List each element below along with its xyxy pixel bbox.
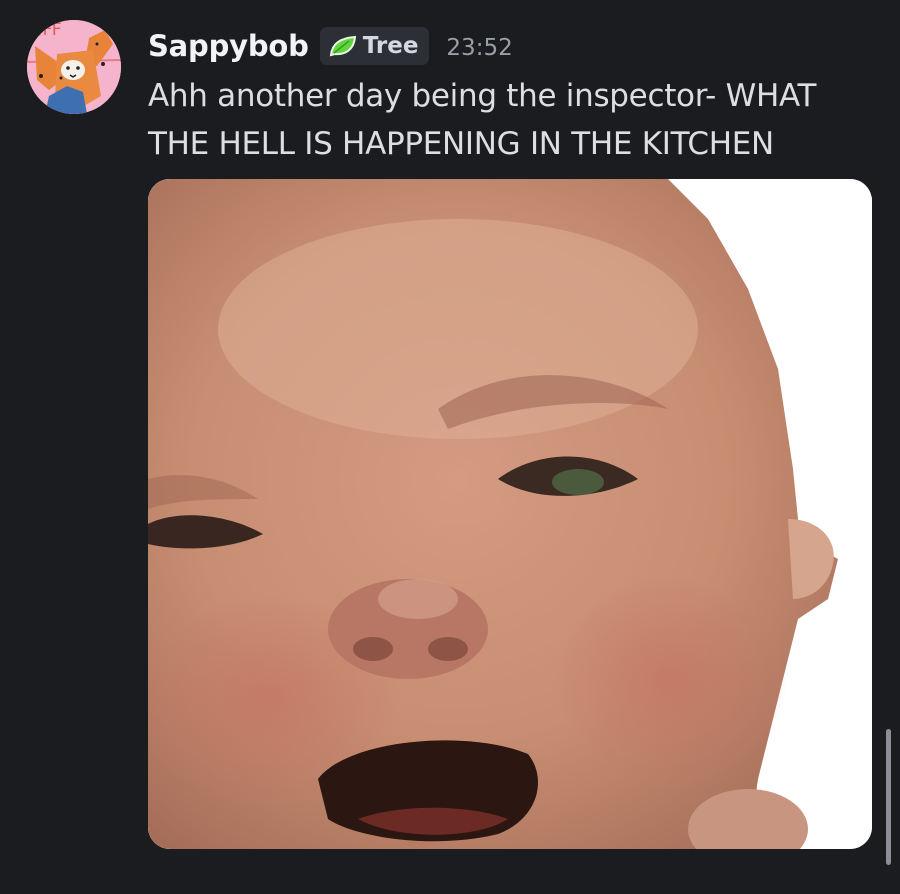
chat-message: ▯FF Sappybob Tree 23:52 Ahh another day … bbox=[0, 0, 900, 894]
role-tag-label: Tree bbox=[362, 33, 419, 59]
user-avatar[interactable]: ▯FF bbox=[27, 20, 121, 114]
role-tag[interactable]: Tree bbox=[319, 27, 430, 65]
baby-face-image-icon bbox=[148, 179, 872, 849]
message-content: Ahh another day being the inspector- WHA… bbox=[148, 78, 817, 162]
scrollbar-thumb[interactable] bbox=[886, 729, 891, 865]
author-name[interactable]: Sappybob bbox=[148, 29, 309, 63]
image-attachment[interactable] bbox=[148, 179, 872, 849]
avatar-scribble-text: ▯FF bbox=[33, 20, 62, 40]
message-timestamp[interactable]: 23:52 bbox=[446, 35, 512, 61]
message-header: Sappybob Tree 23:52 bbox=[148, 24, 513, 68]
leaf-icon bbox=[329, 35, 356, 57]
